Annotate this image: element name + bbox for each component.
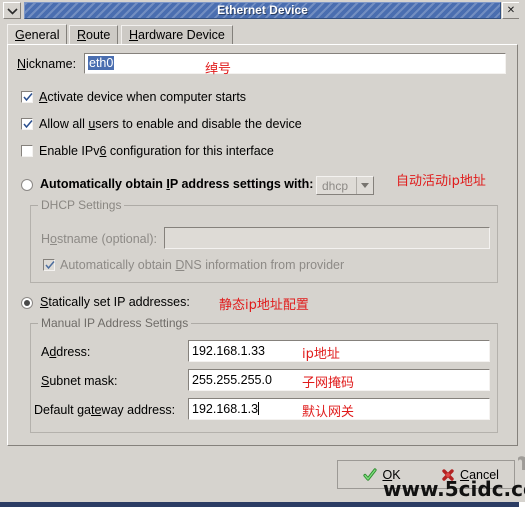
chevron-down-icon bbox=[6, 7, 18, 15]
annotation-nickname: 绰号 bbox=[205, 62, 232, 77]
hostname-input[interactable] bbox=[164, 227, 490, 249]
tab-route[interactable]: Route bbox=[69, 25, 119, 45]
annotation-gateway: 默认网关 bbox=[302, 405, 355, 420]
dhcp-settings-frame-title: DHCP Settings bbox=[38, 198, 125, 212]
allow-all-users-checkbox[interactable] bbox=[21, 118, 33, 130]
default-gateway-value: 192.168.1.3 bbox=[192, 402, 259, 416]
enable-ipv6-label: Enable IPv6 configuration for this inter… bbox=[39, 144, 274, 158]
window-bottom-edge bbox=[0, 502, 525, 511]
window-right-edge bbox=[519, 0, 525, 505]
close-button[interactable]: ✕ bbox=[502, 2, 520, 19]
nickname-label: Nickname: bbox=[17, 57, 77, 71]
tab-general-label: eneral bbox=[24, 28, 60, 42]
taskbar-strip bbox=[0, 502, 519, 507]
default-gateway-label: Default gateway address: bbox=[34, 403, 176, 417]
enable-ipv6-checkbox[interactable] bbox=[21, 145, 33, 157]
tab-strip: General Route Hardware Device bbox=[7, 24, 518, 45]
auto-dns-checkbox[interactable] bbox=[43, 259, 55, 271]
watermark-site: www.5cidc.com bbox=[383, 477, 525, 501]
close-icon: ✕ bbox=[506, 4, 516, 16]
address-label: Address: bbox=[41, 345, 91, 359]
tab-general[interactable]: General bbox=[7, 24, 68, 45]
nickname-input[interactable]: eth0 bbox=[84, 53, 506, 74]
activate-device-label: Activate device when computer starts bbox=[39, 90, 247, 104]
title-bar-background bbox=[24, 2, 501, 19]
radio-dot-icon bbox=[24, 300, 30, 306]
subnet-mask-label: Subnet mask: bbox=[41, 374, 118, 388]
general-tab-panel: Nickname: eth0 Activate device when comp… bbox=[7, 44, 518, 446]
annotation-static-ip: 静态ip地址配置 bbox=[219, 298, 309, 313]
check-icon bbox=[363, 467, 378, 482]
tab-hardware-device-label: ardware Device bbox=[138, 28, 225, 42]
auto-ip-protocol-combo[interactable]: dhcp bbox=[316, 176, 374, 195]
tab-hardware-device[interactable]: Hardware Device bbox=[121, 25, 233, 45]
window-menu-button[interactable] bbox=[3, 2, 21, 19]
auto-dns-label: Automatically obtain DNS information fro… bbox=[60, 258, 345, 272]
auto-ip-protocol-value: dhcp bbox=[322, 178, 349, 193]
allow-all-users-label: Allow all users to enable and disable th… bbox=[39, 117, 302, 131]
annotation-subnet-mask: 子网掩码 bbox=[302, 376, 355, 391]
title-bar: Ethernet Device ✕ bbox=[0, 0, 525, 21]
static-ip-radio[interactable] bbox=[21, 297, 33, 309]
nickname-value: eth0 bbox=[88, 56, 115, 70]
activate-device-checkbox[interactable] bbox=[21, 91, 33, 103]
chevron-down-icon bbox=[356, 177, 373, 194]
text-caret bbox=[258, 402, 260, 415]
ethernet-device-dialog: Ethernet Device ✕ General Route Hardware… bbox=[0, 0, 525, 511]
static-ip-label: Statically set IP addresses: bbox=[40, 295, 190, 309]
subnet-mask-value: 255.255.255.0 bbox=[192, 373, 272, 387]
tab-route-label: oute bbox=[86, 28, 111, 42]
address-value: 192.168.1.33 bbox=[192, 344, 265, 358]
manual-ip-settings-frame-title: Manual IP Address Settings bbox=[38, 316, 192, 330]
annotation-address: ip地址 bbox=[302, 347, 340, 362]
annotation-auto-ip: 自动活动ip地址 bbox=[396, 174, 486, 189]
window-left-edge bbox=[0, 21, 6, 502]
auto-ip-radio[interactable] bbox=[21, 179, 33, 191]
hostname-label: Hostname (optional): bbox=[41, 232, 158, 246]
auto-ip-label: Automatically obtain IP address settings… bbox=[40, 177, 314, 191]
